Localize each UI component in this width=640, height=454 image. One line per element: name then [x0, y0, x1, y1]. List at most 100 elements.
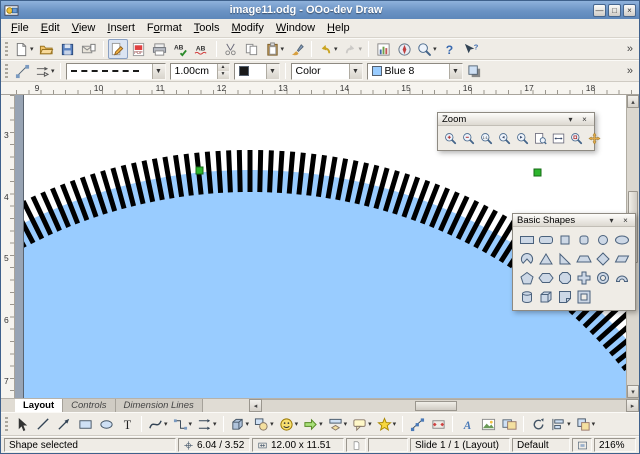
- tab-dimension-lines[interactable]: Dimension Lines: [116, 399, 203, 412]
- zoom-optimal-button[interactable]: [568, 129, 585, 147]
- zoom-fit-button[interactable]: [572, 438, 592, 452]
- whats-this-button[interactable]: ?: [461, 39, 481, 59]
- auto-spellcheck-button[interactable]: AB: [192, 39, 212, 59]
- scrollbar-track[interactable]: [262, 399, 626, 412]
- zoom-page-width-button[interactable]: [550, 129, 567, 147]
- navigator-button[interactable]: [394, 39, 414, 59]
- object-size[interactable]: 12.00 x 11.51: [252, 438, 344, 452]
- zoom-next-button[interactable]: [514, 129, 531, 147]
- print-button[interactable]: [150, 39, 170, 59]
- regular-pentagon-shape-button[interactable]: [518, 269, 536, 287]
- curve-button[interactable]: ▾: [146, 414, 170, 434]
- zoom-palette-titlebar[interactable]: Zoom ▾ ×: [438, 113, 594, 126]
- chevron-down-icon[interactable]: ▼: [152, 64, 165, 79]
- from-file-button[interactable]: [478, 414, 498, 434]
- vertical-ruler[interactable]: 34567: [1, 95, 15, 398]
- zoom-button[interactable]: ▾: [415, 39, 439, 59]
- rectangle-button[interactable]: [75, 414, 95, 434]
- spinner-buttons[interactable]: ▲▼: [217, 64, 229, 79]
- close-button[interactable]: ×: [623, 4, 636, 17]
- folded-corner-shape-button[interactable]: [556, 288, 574, 306]
- zoom-in-button[interactable]: [442, 129, 459, 147]
- chevron-down-icon[interactable]: ▼: [266, 64, 279, 79]
- spin-down-icon[interactable]: ▼: [218, 71, 229, 79]
- canvas[interactable]: Zoom ▾ × 1:1 Basic Shapes ▾ × ▴ ▾: [15, 95, 639, 398]
- line-button[interactable]: [33, 414, 53, 434]
- glue-points-button[interactable]: [428, 414, 448, 434]
- paste-button[interactable]: ▾: [263, 39, 287, 59]
- 3d-objects-button[interactable]: ▾: [228, 414, 252, 434]
- tab-controls[interactable]: Controls: [63, 399, 115, 412]
- edit-points-toggle-button[interactable]: [407, 414, 427, 434]
- scroll-right-icon[interactable]: ▸: [626, 399, 639, 412]
- basic-shapes-button[interactable]: ▾: [252, 414, 276, 434]
- connector-button[interactable]: ▾: [171, 414, 195, 434]
- toolbar-grip[interactable]: [5, 64, 8, 79]
- cut-button[interactable]: [221, 39, 241, 59]
- titlebar[interactable]: image11.odg - OOo-dev Draw —□×: [1, 1, 639, 19]
- new-document-button[interactable]: ▾: [12, 39, 36, 59]
- zoom-100-button[interactable]: 1:1: [478, 129, 495, 147]
- menu-format[interactable]: Format: [141, 20, 188, 36]
- minimize-button[interactable]: —: [593, 4, 606, 17]
- isosceles-triangle-shape-button[interactable]: [537, 250, 555, 268]
- palette-menu-icon[interactable]: ▾: [565, 115, 576, 124]
- copy-button[interactable]: [242, 39, 262, 59]
- scroll-left-icon[interactable]: ◂: [249, 399, 262, 412]
- scroll-up-icon[interactable]: ▴: [627, 95, 639, 108]
- stars-button[interactable]: ▾: [375, 414, 399, 434]
- block-arrows-button[interactable]: ▾: [301, 414, 325, 434]
- selection-handle[interactable]: [534, 169, 541, 176]
- cursor-position[interactable]: 6.04 / 3.52: [178, 438, 250, 452]
- menu-insert[interactable]: Insert: [101, 20, 141, 36]
- toolbar-overflow-button[interactable]: »: [623, 65, 637, 77]
- edit-file-button[interactable]: [108, 39, 128, 59]
- menu-modify[interactable]: Modify: [225, 20, 269, 36]
- horizontal-scrollbar[interactable]: ◂ ▸: [249, 399, 639, 412]
- redo-button[interactable]: ▾: [341, 39, 365, 59]
- chart-button[interactable]: [373, 39, 393, 59]
- block-arc-shape-button[interactable]: [613, 269, 631, 287]
- shift-button[interactable]: [586, 129, 603, 147]
- square-shape-button[interactable]: [556, 231, 574, 249]
- spellcheck-button[interactable]: AB: [171, 39, 191, 59]
- close-icon[interactable]: ×: [579, 115, 590, 124]
- email-document-button[interactable]: [79, 39, 99, 59]
- rounded-square-shape-button[interactable]: [575, 231, 593, 249]
- callouts-button[interactable]: ▾: [350, 414, 374, 434]
- hexagon-shape-button[interactable]: [537, 269, 555, 287]
- menu-window[interactable]: Window: [270, 20, 321, 36]
- gallery-button[interactable]: [499, 414, 519, 434]
- spin-up-icon[interactable]: ▲: [218, 64, 229, 72]
- scroll-down-icon[interactable]: ▾: [627, 385, 639, 398]
- zoom-entire-page-button[interactable]: [532, 129, 549, 147]
- format-paintbrush-button[interactable]: [287, 39, 307, 59]
- toolbar-grip[interactable]: [5, 417, 8, 432]
- close-icon[interactable]: ×: [620, 216, 631, 225]
- align-button[interactable]: ▾: [549, 414, 573, 434]
- toolbar-overflow-button[interactable]: »: [623, 43, 637, 55]
- menu-file[interactable]: File: [5, 20, 35, 36]
- tab-layout[interactable]: Layout: [15, 399, 63, 412]
- circle-shape-button[interactable]: [594, 231, 612, 249]
- rounded-rectangle-shape-button[interactable]: [537, 231, 555, 249]
- select-button[interactable]: [12, 414, 32, 434]
- lines-arrows-button[interactable]: ▾: [195, 414, 219, 434]
- cylinder-shape-button[interactable]: [518, 288, 536, 306]
- area-style-combo[interactable]: Color ▼: [291, 63, 363, 80]
- palette-menu-icon[interactable]: ▾: [606, 216, 617, 225]
- cube-shape-button[interactable]: [537, 288, 555, 306]
- shadow-button[interactable]: [465, 61, 485, 81]
- slide-info[interactable]: Slide 1 / 1 (Layout): [410, 438, 510, 452]
- horizontal-ruler[interactable]: 9101112131415161718: [1, 82, 639, 95]
- parallelogram-shape-button[interactable]: [613, 250, 631, 268]
- frame-shape-button[interactable]: [575, 288, 593, 306]
- ellipse-shape-button[interactable]: [613, 231, 631, 249]
- zoom-previous-button[interactable]: [496, 129, 513, 147]
- octagon-shape-button[interactable]: [556, 269, 574, 287]
- chevron-down-icon[interactable]: ▼: [449, 64, 462, 79]
- zoom-out-button[interactable]: [460, 129, 477, 147]
- page-style[interactable]: Default: [512, 438, 570, 452]
- save-button[interactable]: [58, 39, 78, 59]
- line-color-combo[interactable]: ▼: [234, 63, 280, 80]
